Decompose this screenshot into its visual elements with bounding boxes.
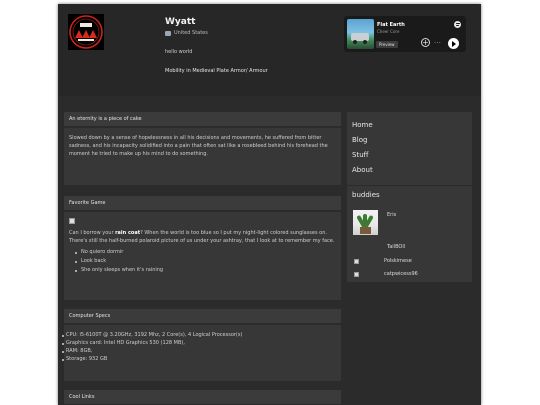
spotify-embed: Flat Earth Cheer Core Preview + ··· [344, 16, 466, 52]
preview-badge: Preview [376, 41, 398, 48]
specs-body: CPU: i5-6100T @ 3.20GHz, 3192 Mhz, 2 Cor… [62, 325, 341, 369]
profile-bio: hello world [165, 49, 193, 55]
avatar-image [68, 14, 104, 50]
buddy-row[interactable]: Polskimese [354, 258, 412, 264]
list-item: RAM: 8GB, [62, 347, 336, 355]
about-title: An eternity is a piece of cake [64, 112, 341, 128]
buddy-name[interactable]: Polskimese [384, 258, 412, 264]
cool-links-title: Cool Links [64, 390, 341, 405]
buddy-name[interactable]: catpwicess96 [384, 271, 418, 277]
specs-title: Computer Specs [64, 309, 341, 325]
profile-header: Wyatt United States hello world Mobility… [58, 4, 481, 96]
list-item: She only sleeps when it's raining [75, 266, 336, 275]
profile-location: United States [165, 30, 208, 36]
about-box: An eternity is a piece of cake Slowed do… [64, 112, 341, 185]
track-artist[interactable]: Cheer Core [377, 29, 399, 34]
favorite-game-body: Can I borrow your rain coat? When the wo… [64, 212, 341, 281]
profile-page: Wyatt United States hello world Mobility… [58, 4, 481, 405]
nav-about-link[interactable]: About [352, 163, 467, 178]
list-item: CPU: i5-6100T @ 3.20GHz, 3192 Mhz, 2 Cor… [62, 331, 336, 339]
specs-list: CPU: i5-6100T @ 3.20GHz, 3192 Mhz, 2 Cor… [62, 331, 336, 363]
track-title[interactable]: Flat Earth [377, 22, 405, 28]
nav-stuff-link[interactable]: Stuff [352, 148, 467, 163]
specs-box: Computer Specs CPU: i5-6100T @ 3.20GHz, … [62, 309, 341, 381]
profile-mood: Mobility in Medieval Plate Armor/ Armour [165, 68, 268, 74]
favorite-game-box: Favorite Game Can I borrow your rain coa… [64, 196, 341, 300]
broken-image-icon [354, 271, 359, 277]
play-button[interactable] [448, 38, 459, 49]
profile-name: Wyatt [165, 17, 196, 27]
rain-coat-link[interactable]: rain coat [115, 230, 140, 236]
nav-home-link[interactable]: Home [352, 118, 467, 133]
location-text: United States [174, 30, 208, 36]
location-icon [165, 30, 171, 36]
list-item: Storage: 932 GB [62, 355, 336, 363]
more-options-button[interactable]: ··· [434, 40, 441, 47]
list-item: No quiero dormir [75, 248, 336, 257]
list-item: Graphics card: Intel HD Graphics 530 (12… [62, 339, 336, 347]
buddies-box: buddies Eris TailBOll Polskimese catpwic… [347, 186, 472, 282]
add-to-library-button[interactable]: + [421, 38, 430, 47]
broken-image-icon [354, 258, 359, 264]
favorite-game-text: Can I borrow your rain coat? When the wo… [69, 230, 335, 244]
buddy-name[interactable]: TailBOll [387, 244, 405, 250]
favorite-game-title: Favorite Game [64, 196, 341, 212]
favorite-list: No quiero dormir Look back She only slee… [69, 248, 336, 275]
buddy-name[interactable]: Eris [387, 212, 396, 218]
nav-menu: Home Blog Stuff About [347, 112, 472, 185]
buddy-row[interactable]: catpwicess96 [354, 271, 418, 277]
avatar [68, 14, 104, 50]
list-item: Look back [75, 257, 336, 266]
cool-links-box: Cool Links [64, 390, 341, 405]
buddy-avatar[interactable] [353, 210, 378, 235]
nav-blog-link[interactable]: Blog [352, 133, 467, 148]
spotify-logo-icon[interactable] [454, 21, 461, 28]
broken-image-icon [69, 218, 75, 224]
about-text: Slowed down by a sense of hopelessness i… [69, 135, 328, 157]
album-art [347, 19, 374, 49]
buddies-title: buddies [352, 191, 380, 199]
